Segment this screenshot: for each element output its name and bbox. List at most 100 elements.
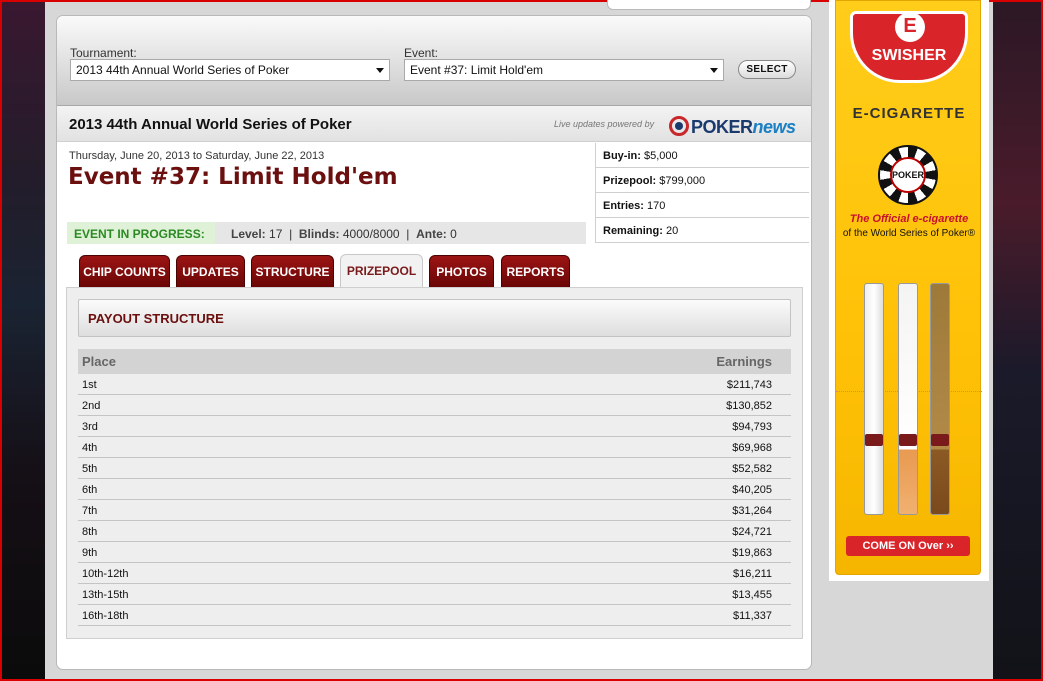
level-value: 17 xyxy=(269,227,283,241)
tournament-label: Tournament: xyxy=(70,46,137,60)
info-value: $799,000 xyxy=(659,175,706,187)
ante-value: 0 xyxy=(450,227,457,241)
info-label: Buy-in: xyxy=(603,150,641,162)
ecig-band-icon xyxy=(931,434,949,446)
info-value: 170 xyxy=(647,200,666,212)
chevron-down-icon xyxy=(376,68,384,73)
tab-structure[interactable]: STRUCTURE xyxy=(251,255,334,287)
place-cell: 2nd xyxy=(82,400,101,412)
ecig-brown-image xyxy=(930,283,950,515)
background-left xyxy=(0,0,45,681)
ad-wsop-text: of the World Series of Poker® xyxy=(842,228,976,239)
tab-chip-counts[interactable]: CHIP COUNTS xyxy=(79,255,170,287)
swisher-brand: SWISHER xyxy=(871,47,947,64)
earnings-cell: $211,743 xyxy=(726,379,772,391)
info-label: Entries: xyxy=(603,200,644,212)
ad-product: E-CIGARETTE xyxy=(852,105,966,122)
chevron-down-icon xyxy=(710,68,718,73)
col-earnings: Earnings xyxy=(716,354,772,369)
table-row: 1st $211,743 xyxy=(78,374,791,395)
come-on-over-button[interactable]: COME ON Over ›› xyxy=(846,536,970,556)
table-row: 5th $52,582 xyxy=(78,458,791,479)
separator: | xyxy=(289,227,293,241)
level-label: Level: xyxy=(231,227,266,241)
payout-table-header: Place Earnings xyxy=(78,349,791,374)
powered-by-text: Live updates powered by xyxy=(554,119,655,129)
blinds-value: 4000/8000 xyxy=(342,227,400,241)
table-row: 4th $69,968 xyxy=(78,437,791,458)
earnings-cell: $52,582 xyxy=(732,463,772,475)
tournament-title-bar: 2013 44th Annual World Series of Poker L… xyxy=(57,106,811,142)
info-prizepool: Prizepool: $799,000 xyxy=(596,168,809,193)
earnings-cell: $69,968 xyxy=(732,442,772,454)
swisher-emblem-icon: E xyxy=(895,12,925,42)
event-select-value: Event #37: Limit Hold'em xyxy=(410,63,544,77)
table-row: 6th $40,205 xyxy=(78,479,791,500)
info-value: 20 xyxy=(665,225,679,237)
earnings-cell: $13,455 xyxy=(732,589,772,601)
status-bar: EVENT IN PROGRESS: Level: 17 | Blinds: 4… xyxy=(67,222,586,244)
table-row: 9th $19,863 xyxy=(78,542,791,563)
ecig-white-image xyxy=(864,283,884,515)
selector-bar: Tournament: 2013 44th Annual World Serie… xyxy=(57,16,811,106)
place-cell: 5th xyxy=(82,463,98,475)
place-cell: 6th xyxy=(82,484,98,496)
place-cell: 3rd xyxy=(82,421,98,433)
earnings-cell: $24,721 xyxy=(732,526,772,538)
event-info-table: Buy-in: $5,000 Prizepool: $799,000 Entri… xyxy=(595,143,809,243)
place-cell: 8th xyxy=(82,526,98,538)
event-dates: Thursday, June 20, 2013 to Saturday, Jun… xyxy=(69,150,325,162)
tab-prizepool[interactable]: PRIZEPOOL xyxy=(340,254,423,288)
wsop-chip-label: POKER xyxy=(890,157,926,193)
info-remaining: Remaining: 20 xyxy=(596,218,809,243)
ecig-band-icon xyxy=(865,434,883,446)
blinds-label: Blinds: xyxy=(298,227,340,241)
ad-official-text: The Official e-cigarette xyxy=(849,213,969,225)
tab-photos[interactable]: PHOTOS xyxy=(429,255,494,287)
separator: | xyxy=(406,227,410,241)
pokernews-logo[interactable]: POKERnews xyxy=(669,113,796,138)
pokernews-logo-text-news: news xyxy=(752,117,797,137)
tournament-select-value: 2013 44th Annual World Series of Poker xyxy=(76,63,290,77)
wsop-chip-icon: POKER xyxy=(878,145,938,205)
info-label: Remaining: xyxy=(603,225,663,237)
table-row: 13th-15th $13,455 xyxy=(78,584,791,605)
place-cell: 16th-18th xyxy=(82,610,129,622)
ecig-orange-image xyxy=(898,283,918,515)
place-cell: 7th xyxy=(82,505,98,517)
level-info: Level: 17 | Blinds: 4000/8000 | Ante: 0 xyxy=(231,227,457,241)
tournament-select[interactable]: 2013 44th Annual World Series of Poker xyxy=(70,59,390,81)
event-panel: Tournament: 2013 44th Annual World Serie… xyxy=(56,15,812,670)
event-select[interactable]: Event #37: Limit Hold'em xyxy=(404,59,724,81)
pokernews-logo-text: POKER xyxy=(691,117,753,137)
earnings-cell: $130,852 xyxy=(726,400,772,412)
earnings-cell: $40,205 xyxy=(732,484,772,496)
earnings-cell: $31,264 xyxy=(732,505,772,517)
prizepool-content: PAYOUT STRUCTURE Place Earnings 1st $211,… xyxy=(66,287,803,639)
earnings-cell: $94,793 xyxy=(732,421,772,433)
ecig-band-icon xyxy=(899,434,917,446)
event-label: Event: xyxy=(404,46,439,60)
swisher-advertisement[interactable]: E SWISHER E-CIGARETTE POKER The Official… xyxy=(835,0,982,575)
event-title: Event #37: Limit Hold'em xyxy=(68,164,398,190)
select-button[interactable]: SELECT xyxy=(738,60,796,79)
ante-label: Ante: xyxy=(416,227,447,241)
tournament-title: 2013 44th Annual World Series of Poker xyxy=(69,116,352,133)
status-badge: EVENT IN PROGRESS: xyxy=(67,222,215,244)
table-row: 10th-12th $16,211 xyxy=(78,563,791,584)
earnings-cell: $19,863 xyxy=(732,547,772,559)
swisher-logo: E SWISHER xyxy=(850,11,968,83)
place-cell: 9th xyxy=(82,547,98,559)
payout-rows: 1st $211,743 2nd $130,852 3rd $94,793 4th $69,9… xyxy=(78,374,791,626)
tab-updates[interactable]: UPDATES xyxy=(176,255,245,287)
payout-table: Place Earnings 1st $211,743 2nd $130,852 3rd… xyxy=(78,349,791,626)
tab-reports[interactable]: REPORTS xyxy=(501,255,570,287)
table-row: 3rd $94,793 xyxy=(78,416,791,437)
table-row: 16th-18th $11,337 xyxy=(78,605,791,626)
info-label: Prizepool: xyxy=(603,175,657,187)
earnings-cell: $11,337 xyxy=(733,610,772,622)
place-cell: 1st xyxy=(82,379,97,391)
place-cell: 10th-12th xyxy=(82,568,129,580)
payout-structure-header: PAYOUT STRUCTURE xyxy=(78,299,791,337)
info-value: $5,000 xyxy=(643,150,678,162)
